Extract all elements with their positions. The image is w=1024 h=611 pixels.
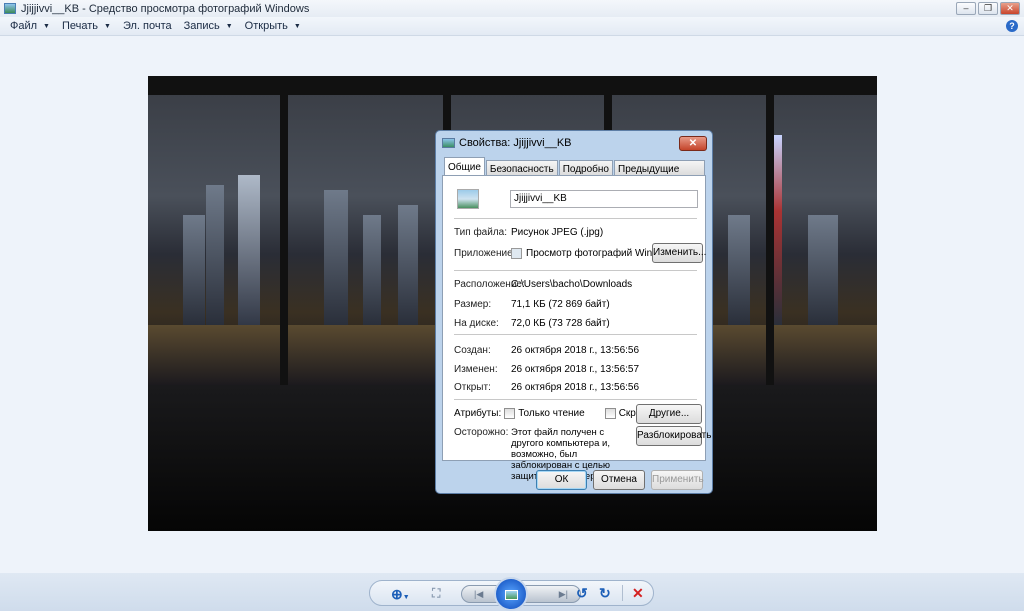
close-window-button[interactable]: ✕: [1000, 2, 1020, 15]
photo-viewer-icon: [4, 3, 16, 14]
opened-label: Открыт:: [454, 382, 491, 393]
menu-label: Файл: [10, 20, 38, 32]
tab-previous-versions[interactable]: Предыдущие версии: [614, 160, 705, 186]
delete-icon[interactable]: ✕: [632, 585, 644, 602]
slideshow-button[interactable]: [494, 577, 528, 611]
location-label: Расположение:: [454, 279, 525, 290]
file-type-value: Рисунок JPEG (.jpg): [511, 227, 604, 238]
hidden-checkbox[interactable]: [604, 408, 616, 419]
app-icon: [511, 248, 522, 259]
rotate-cw-icon[interactable]: ↻: [599, 585, 611, 602]
size-label: Размер:: [454, 299, 492, 310]
properties-dialog: Свойства: Jjijjivvi__KB ✕ Общие Безопасн…: [435, 130, 713, 494]
apply-button[interactable]: Применить: [651, 470, 704, 490]
menu-open[interactable]: Открыть ▼: [245, 20, 301, 32]
other-attributes-button[interactable]: Другие...: [636, 404, 702, 424]
help-icon[interactable]: ?: [1006, 20, 1018, 32]
image-file-icon: [442, 138, 455, 148]
caret-down-icon: ▼: [104, 22, 111, 30]
menu-label: Открыть: [244, 20, 288, 32]
rotate-ccw-icon[interactable]: ↺: [576, 585, 588, 602]
tab-security[interactable]: Безопасность: [485, 160, 558, 175]
menu-bar: Файл ▼ Печать ▼ Эл. почта Запись ▼ Открыть ▼: [0, 17, 1024, 36]
file-type-label: Тип файла:: [454, 227, 507, 238]
opened-value: 26 октября 2018 г., 13:56:56: [511, 382, 640, 393]
readonly-label: Только чтение: [518, 408, 585, 419]
attributes-label: Атрибуты:: [454, 408, 502, 419]
app-label: Приложение:: [454, 248, 516, 259]
slideshow-icon: [505, 590, 518, 600]
menu-file[interactable]: Файл ▼: [10, 20, 50, 32]
menu-burn[interactable]: Запись ▼: [184, 20, 233, 32]
ok-button[interactable]: ОК: [536, 470, 587, 490]
menu-label: Эл. почта: [122, 20, 172, 32]
size-value: 71,1 КБ (72 869 байт): [511, 299, 610, 310]
actual-size-icon[interactable]: ⛶: [432, 586, 440, 601]
toolbar-divider: [622, 585, 623, 601]
readonly-checkbox[interactable]: [504, 408, 516, 419]
caution-label: Осторожно:: [454, 427, 509, 438]
created-value: 26 октября 2018 г., 13:56:56: [511, 345, 640, 356]
zoom-icon[interactable]: ⊕▼: [391, 586, 410, 603]
dialog-title: Свойства: Jjijjivvi__KB: [459, 137, 572, 149]
change-button[interactable]: Изменить...: [652, 243, 706, 263]
minimize-button[interactable]: –: [956, 2, 976, 15]
disk-size-value: 72,0 КБ (73 728 байт): [511, 318, 610, 329]
previous-icon[interactable]: |◀: [474, 589, 483, 600]
title-bar: Jjijjivvi__KB - Средство просмотра фотог…: [0, 0, 1024, 17]
window-title: Jjijjivvi__KB - Средство просмотра фотог…: [21, 2, 310, 15]
caret-down-icon: ▼: [225, 22, 233, 30]
tab-details[interactable]: Подробно: [558, 160, 613, 175]
menu-email[interactable]: Эл. почта: [123, 20, 172, 32]
unblock-button[interactable]: Разблокировать: [636, 426, 711, 446]
modified-label: Изменен:: [454, 364, 498, 375]
disk-size-label: На диске:: [454, 318, 499, 329]
close-dialog-button[interactable]: ✕: [679, 136, 707, 151]
filename-input[interactable]: Jjijjivvi__KB: [510, 190, 698, 208]
caret-down-icon: ▼: [293, 22, 301, 30]
file-thumbnail-icon: [457, 189, 479, 209]
tab-general[interactable]: Общие: [444, 157, 485, 175]
menu-label: Печать: [61, 20, 99, 32]
cancel-button[interactable]: Отмена: [593, 470, 645, 490]
menu-print[interactable]: Печать ▼: [62, 20, 111, 32]
maximize-button[interactable]: ❐: [978, 2, 998, 15]
modified-value: 26 октября 2018 г., 13:56:57: [511, 364, 640, 375]
caret-down-icon: ▼: [43, 22, 50, 30]
next-icon[interactable]: ▶|: [559, 589, 568, 600]
created-label: Создан:: [454, 345, 491, 356]
location-value: C:\Users\bacho\Downloads: [511, 279, 633, 290]
menu-label: Запись: [183, 20, 220, 32]
